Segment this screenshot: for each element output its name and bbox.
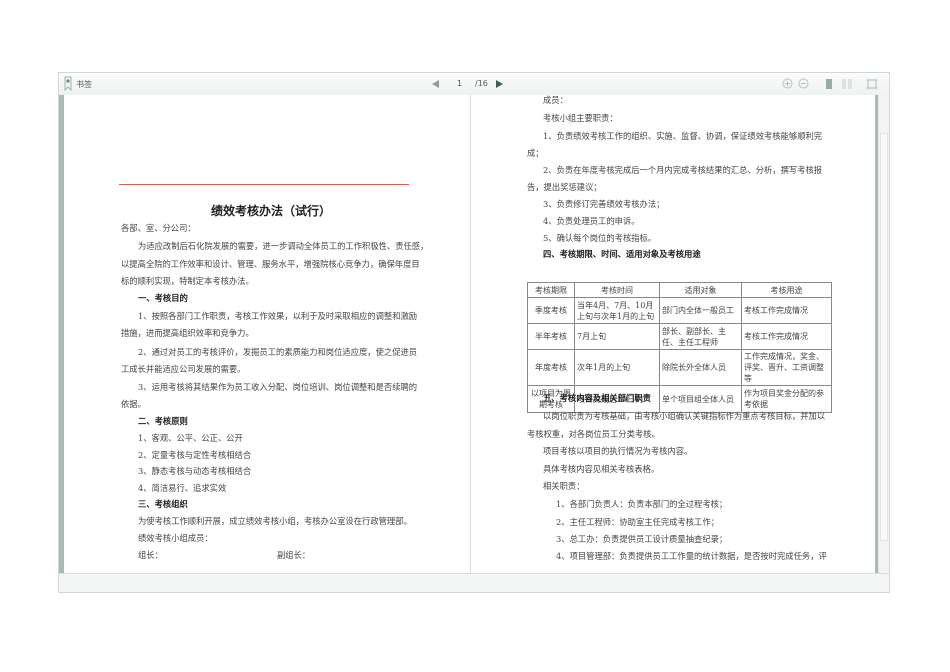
table-header: 考核用途 — [741, 282, 832, 298]
text-line: 绩效考核小组成员： — [138, 533, 213, 543]
document-title: 绩效考核办法（试行） — [211, 204, 332, 218]
text-line: 5、确认每个岗位的考核指标。 — [543, 233, 657, 243]
text-line: 4、简洁易行、追求实效 — [138, 483, 227, 493]
bookmark-icon[interactable] — [64, 76, 72, 91]
header-red-rule — [119, 184, 409, 185]
table-row: 半年考核 7月上旬 部长、副部长、主任、主任工程师 考核工作完成情况 — [527, 323, 832, 350]
text-line: 4、项目管理部：负责提供员工工作量的统计数据，是否按时完成任务，评 — [556, 551, 827, 561]
table-header: 适用对象 — [659, 282, 742, 298]
document-area[interactable]: 绩效考核办法（试行） 各部、室、分公司： 为适应改制后石化院发展的需要，进一步调… — [59, 95, 889, 576]
two-page-icon[interactable] — [841, 78, 853, 90]
scrollbar-thumb[interactable] — [880, 133, 888, 541]
text-line: 为适应改制后石化院发展的需要，进一步调动全体员工的工作积极性、责任感， — [138, 241, 429, 251]
text-line: 相关职责： — [543, 481, 585, 491]
previous-page-icon[interactable] — [431, 79, 440, 89]
text-line: 3、静态考核与动态考核相结合 — [138, 466, 252, 476]
document-viewer-window: 书签 1 /16 绩效考核办法（试行） 各部、室、分公司： 为适应改制后石化院发… — [58, 72, 890, 593]
toolbar: 书签 1 /16 — [59, 73, 889, 96]
text-line: 1、客观、公平、公正、公开 — [138, 433, 243, 443]
vertical-scrollbar[interactable] — [878, 95, 889, 576]
text-line: 3、负责修订完善绩效考核办法； — [543, 199, 665, 209]
text-line: 以岗位职责为考核基础，由考核小组确认关键指标作为重点考核目标，并加以 — [543, 411, 826, 421]
zoom-in-icon[interactable] — [782, 78, 793, 89]
left-panel-strip[interactable] — [59, 95, 64, 576]
text-line: 措施，进而提高组织效率和竞争力。 — [121, 328, 254, 338]
zoom-out-icon[interactable] — [798, 78, 809, 89]
next-page-icon[interactable] — [495, 79, 504, 89]
table-header: 考核时间 — [574, 282, 660, 298]
section-heading: 四、考核期限、时间、适用对象及考核用途 — [543, 249, 701, 259]
section-heading: 一、考核目的 — [138, 293, 188, 303]
table-cell: 7月上旬 — [574, 323, 660, 350]
table-row: 年度考核 次年1月的上旬 除院长外全体人员 工作完成情况，奖金、评奖、晋升、工资… — [527, 349, 832, 386]
text-line: 1、各部门负责人：负责本部门的全过程考核； — [556, 499, 728, 509]
table-cell: 部门内全体一般员工 — [659, 297, 742, 324]
table-cell: 考核工作完成情况 — [741, 297, 832, 324]
text-line: 2、通过对员工的考核评价，发掘员工的素质能力和岗位适应度，使之促进员 — [138, 347, 418, 357]
text-line: 项目考核以项目的执行情况为考核内容。 — [543, 446, 693, 456]
text-line: 标的顺利实现，特制定本考核办法。 — [121, 276, 254, 286]
text-line: 为使考核工作顺利开展，成立绩效考核小组，考核办公室设在行政管理部。 — [138, 516, 412, 526]
text-line: 工成长并能适应公司发展的需要。 — [121, 364, 246, 374]
text-line: 考核小组主要职责： — [543, 113, 618, 123]
table-cell: 考核工作完成情况 — [741, 323, 832, 350]
table-cell: 次年1月的上旬 — [574, 349, 660, 386]
table-cell: 季度考核 — [527, 297, 575, 324]
table-header-row: 考核期限 考核时间 适用对象 考核用途 — [527, 282, 832, 298]
text-line: 依据。 — [121, 399, 146, 409]
fit-page-icon[interactable] — [865, 77, 879, 91]
text-line: 副组长： — [277, 550, 311, 560]
text-line: 成； — [527, 148, 544, 158]
text-line: 成员： — [543, 95, 568, 105]
text-line: 2、负责在年度考核完成后一个月内完成考核结果的汇总、分析，撰写考核报 — [543, 165, 823, 175]
table-cell: 除院长外全体人员 — [659, 349, 742, 386]
page-divider — [470, 95, 471, 576]
text-line: 以提高全院的工作效率和设计、管理、服务水平，增强院核心竞争力，确保年度目 — [121, 259, 420, 269]
text-line: 各部、室、分公司： — [121, 223, 196, 233]
single-page-icon[interactable] — [825, 78, 833, 90]
table-cell: 工作完成情况，奖金、评奖、晋升、工资调整等 — [741, 349, 832, 386]
page-total: /16 — [475, 79, 488, 88]
bookmark-label[interactable]: 书签 — [76, 79, 92, 90]
text-line: 2、主任工程师：协助室主任完成考核工作； — [556, 517, 719, 527]
text-line: 具体考核内容见相关考核表格。 — [543, 464, 660, 474]
table-cell: 作为项目奖金分配的参考依据 — [741, 385, 832, 413]
table-cell: 部长、副部长、主任、主任工程师 — [659, 323, 742, 350]
section-heading: 三、考核组织 — [138, 499, 188, 509]
table-cell: 年度考核 — [527, 349, 575, 386]
section-heading: 二、考核原则 — [138, 416, 188, 426]
text-line: 3、运用考核将其结果作为员工收入分配、岗位培训、岗位调整和是否续聘的 — [138, 382, 418, 392]
table-cell: 单个项目组全体人员 — [659, 385, 742, 413]
table-header: 考核期限 — [527, 282, 575, 298]
text-line: 4、负责处理员工的申诉。 — [543, 216, 640, 226]
table-row: 季度考核 当年4月、7月、10月上旬与次年1月的上旬 部门内全体一般员工 考核工… — [527, 297, 832, 324]
text-line: 3、总工办：负责提供员工设计质量抽查纪录； — [556, 534, 728, 544]
table-cell: 当年4月、7月、10月上旬与次年1月的上旬 — [574, 297, 660, 324]
text-line: 组长： — [138, 550, 163, 560]
status-bar — [59, 573, 889, 592]
table-cell: 半年考核 — [527, 323, 575, 350]
text-line: 告，提出奖惩建议； — [527, 182, 602, 192]
page-current[interactable]: 1 — [457, 79, 462, 88]
text-line: 1、按照各部门工作职责，考核工作效果，以利于及时采取相应的调整和激励 — [138, 311, 418, 321]
section-heading: 五、考核内容及相关部门职责 — [543, 393, 651, 403]
text-line: 2、定量考核与定性考核相结合 — [138, 450, 252, 460]
text-line: 1、负责绩效考核工作的组织、实施、监督、协调，保证绩效考核能够顺利完 — [543, 131, 823, 141]
text-line: 考核权重，对各岗位员工分类考核。 — [527, 429, 660, 439]
